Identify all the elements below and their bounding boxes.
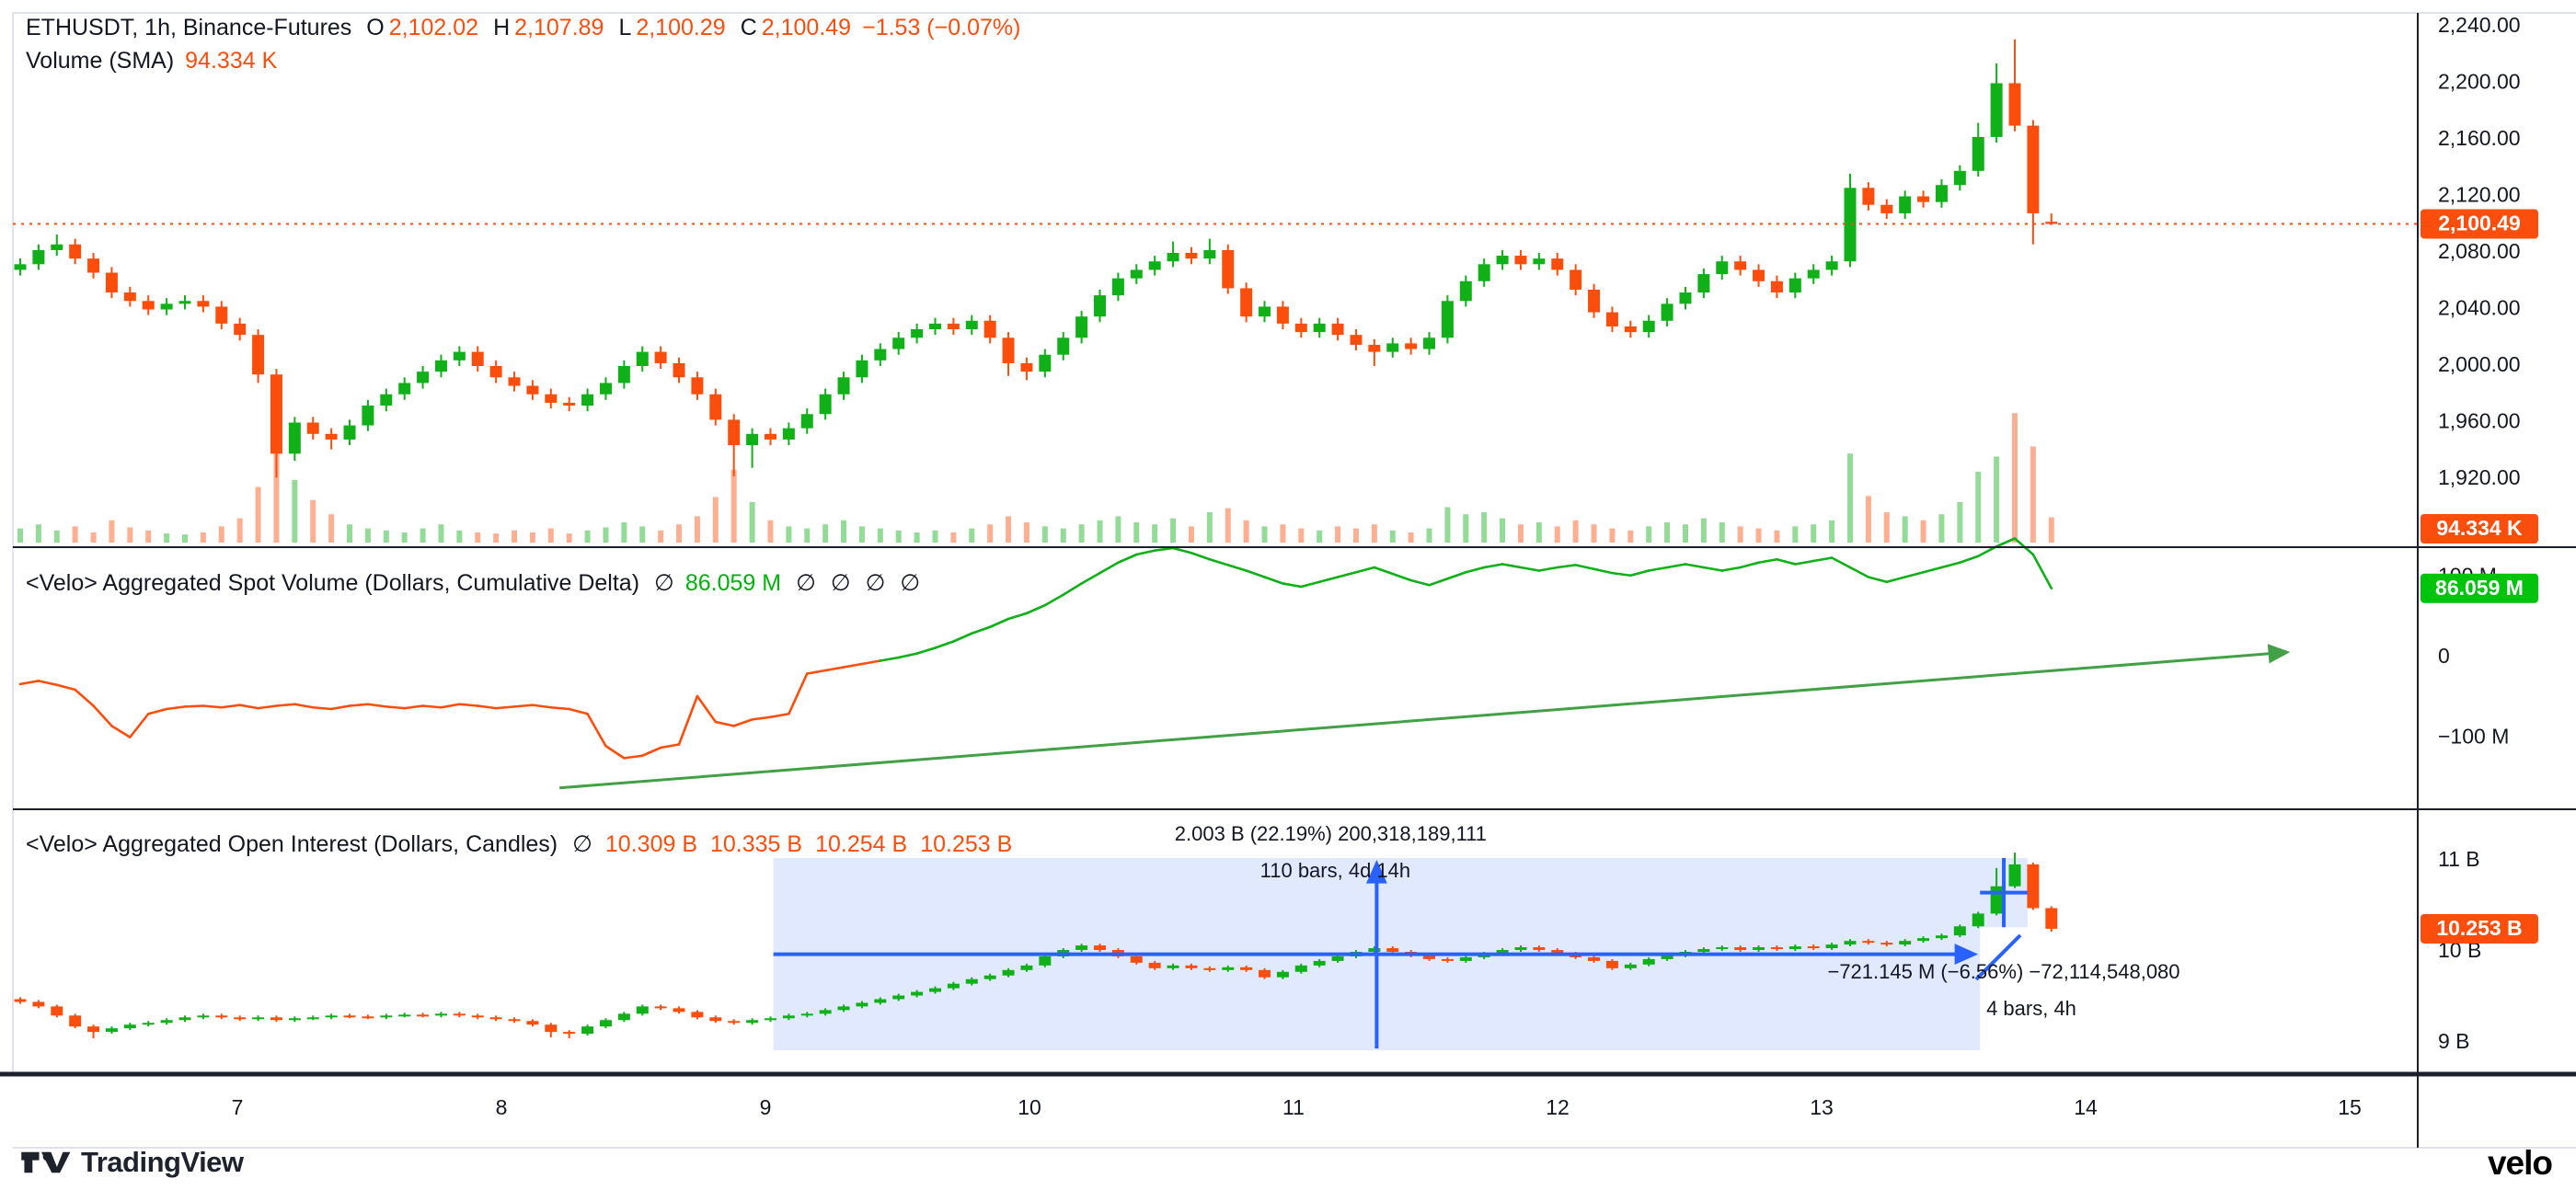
avg-symbol: ∅ bbox=[866, 569, 886, 597]
svg-text:9: 9 bbox=[760, 1095, 772, 1119]
svg-text:2,040.00: 2,040.00 bbox=[2438, 296, 2521, 320]
svg-text:12: 12 bbox=[1546, 1095, 1570, 1119]
svg-text:8: 8 bbox=[496, 1095, 508, 1119]
low-label: L bbox=[618, 15, 631, 41]
close-label: C bbox=[741, 15, 757, 41]
tradingview-logo[interactable]: TradingView bbox=[18, 1146, 244, 1179]
svg-text:2,200.00: 2,200.00 bbox=[2438, 70, 2521, 94]
oi-open-value: 10.309 B bbox=[605, 831, 697, 858]
spot-cvd-legend-row: <Velo> Aggregated Spot Volume (Dollars, … bbox=[26, 566, 920, 600]
svg-text:10: 10 bbox=[1018, 1095, 1041, 1119]
spot-cvd-title: <Velo> Aggregated Spot Volume (Dollars, … bbox=[26, 570, 639, 597]
svg-text:9 B: 9 B bbox=[2438, 1029, 2470, 1053]
svg-text:2,100.49: 2,100.49 bbox=[2438, 212, 2521, 235]
high-value: 2,107.89 bbox=[514, 15, 604, 41]
svg-text:1,920.00: 1,920.00 bbox=[2438, 465, 2521, 489]
avg-symbol: ∅ bbox=[831, 569, 851, 597]
volume-value: 94.334 K bbox=[185, 48, 277, 74]
svg-text:−721.145 M (−6.56%) −72,114,54: −721.145 M (−6.56%) −72,114,548,080 bbox=[1827, 960, 2179, 983]
oi-close-value: 10.253 B bbox=[920, 831, 1012, 858]
velo-logo: velo bbox=[2488, 1144, 2552, 1183]
svg-text:4 bars, 4h: 4 bars, 4h bbox=[1986, 997, 2076, 1020]
avg-symbol: ∅ bbox=[572, 830, 592, 858]
volume-legend-row: Volume (SMA) 94.334 K bbox=[26, 44, 1020, 77]
close-value: 2,100.49 bbox=[762, 15, 851, 41]
svg-text:2,080.00: 2,080.00 bbox=[2438, 239, 2521, 263]
svg-text:2,120.00: 2,120.00 bbox=[2438, 183, 2521, 207]
svg-text:0: 0 bbox=[2438, 644, 2450, 668]
svg-text:14: 14 bbox=[2074, 1095, 2098, 1119]
high-label: H bbox=[493, 15, 510, 41]
svg-text:2,240.00: 2,240.00 bbox=[2438, 13, 2521, 37]
price-candles[interactable] bbox=[15, 40, 2058, 478]
svg-text:10.253 B: 10.253 B bbox=[2436, 916, 2522, 940]
oi-legend[interactable]: <Velo> Aggregated Open Interest (Dollars… bbox=[26, 828, 1012, 861]
spot-cvd-value: 86.059 M bbox=[685, 570, 781, 597]
oi-legend-row: <Velo> Aggregated Open Interest (Dollars… bbox=[26, 828, 1012, 861]
svg-text:−100 M: −100 M bbox=[2438, 725, 2509, 749]
tradingview-icon bbox=[18, 1146, 72, 1179]
price-legend[interactable]: ETHUSDT, 1h, Binance-Futures O 2,102.02 … bbox=[26, 11, 1020, 77]
change-value: −1.53 (−0.07%) bbox=[862, 15, 1020, 41]
svg-text:13: 13 bbox=[1810, 1095, 1834, 1119]
time-scale[interactable]: 7 8 9 10 11 12 13 14 15 bbox=[232, 1095, 2362, 1119]
svg-text:11: 11 bbox=[1282, 1095, 1305, 1119]
open-value: 2,102.02 bbox=[389, 15, 478, 41]
avg-symbol: ∅ bbox=[654, 569, 674, 597]
svg-text:2.003 B (22.19%) 200,318,189,1: 2.003 B (22.19%) 200,318,189,111 bbox=[1175, 822, 1487, 845]
price-legend-row: ETHUSDT, 1h, Binance-Futures O 2,102.02 … bbox=[26, 11, 1020, 44]
svg-text:7: 7 bbox=[232, 1095, 244, 1119]
svg-text:94.334 K: 94.334 K bbox=[2436, 516, 2523, 540]
svg-text:15: 15 bbox=[2338, 1095, 2362, 1119]
volume-bars bbox=[17, 413, 2054, 543]
oi-title: <Velo> Aggregated Open Interest (Dollars… bbox=[26, 831, 558, 858]
oi-high-value: 10.335 B bbox=[710, 831, 802, 858]
svg-text:11 B: 11 B bbox=[2438, 847, 2480, 871]
svg-text:86.059 M: 86.059 M bbox=[2435, 576, 2524, 600]
symbol-title: ETHUSDT, 1h, Binance-Futures bbox=[26, 15, 351, 41]
trend-arrow[interactable] bbox=[559, 644, 2290, 787]
svg-text:1,960.00: 1,960.00 bbox=[2438, 409, 2521, 433]
open-label: O bbox=[366, 15, 384, 41]
trading-chart-app: 2.003 B (22.19%) 200,318,189,111 110 bars… bbox=[0, 0, 2576, 1190]
spot-cvd-legend[interactable]: <Velo> Aggregated Spot Volume (Dollars, … bbox=[26, 566, 920, 600]
velo-wordmark: velo bbox=[2488, 1144, 2552, 1182]
tradingview-wordmark: TradingView bbox=[81, 1146, 244, 1179]
volume-label: Volume (SMA) bbox=[26, 48, 174, 74]
avg-symbol: ∅ bbox=[796, 569, 816, 597]
price-scale[interactable]: 2,240.00 2,200.00 2,160.00 2,120.00 2,080.00… bbox=[2421, 13, 2538, 1053]
avg-symbol: ∅ bbox=[900, 569, 920, 597]
low-value: 2,100.29 bbox=[636, 15, 725, 41]
svg-text:110 bars, 4d 14h: 110 bars, 4d 14h bbox=[1260, 859, 1411, 882]
svg-text:2,000.00: 2,000.00 bbox=[2438, 352, 2521, 376]
svg-text:2,160.00: 2,160.00 bbox=[2438, 126, 2521, 150]
oi-low-value: 10.254 B bbox=[815, 831, 907, 858]
